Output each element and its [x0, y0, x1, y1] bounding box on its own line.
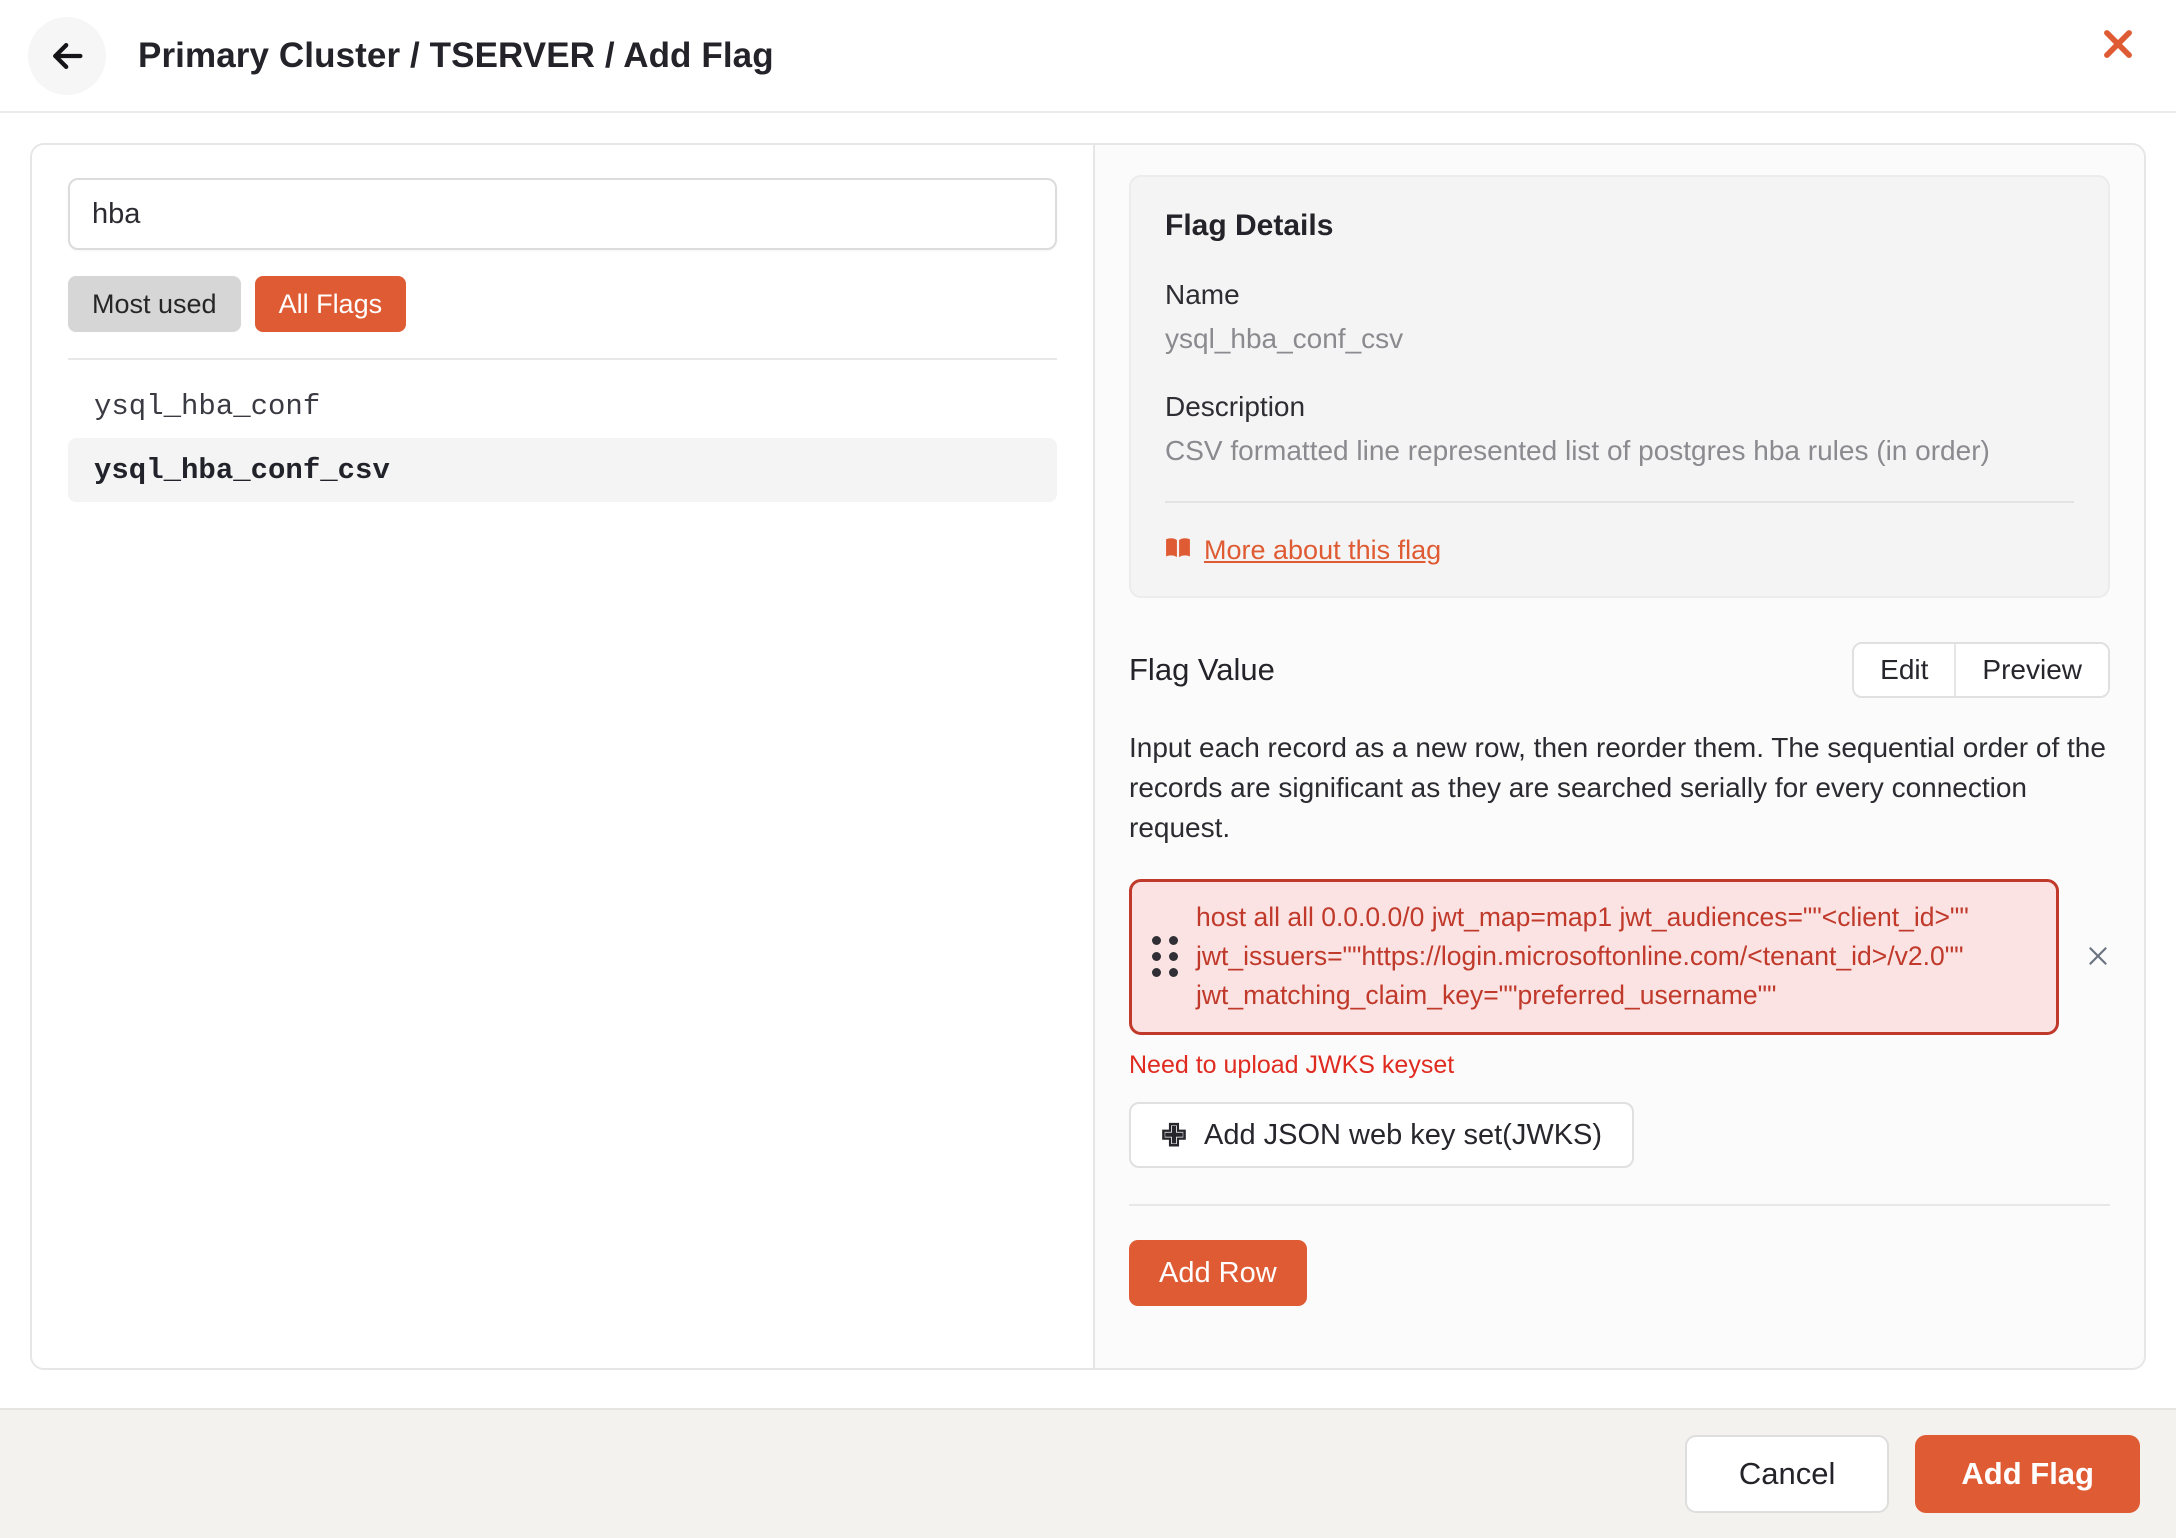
drag-handle-icon[interactable]	[1152, 935, 1178, 977]
arrow-left-icon	[47, 36, 87, 76]
content-card: Most used All Flags ysql_hba_conf ysql_h…	[30, 143, 2146, 1370]
flag-value-separator	[1129, 1204, 2110, 1207]
flag-filter-toggle-group: Most used All Flags	[68, 276, 1057, 332]
search-input[interactable]	[68, 178, 1057, 250]
flag-list: ysql_hba_conf ysql_hba_conf_csv	[68, 374, 1057, 502]
book-icon	[1165, 535, 1191, 566]
plus-icon: ✙	[1161, 1117, 1187, 1153]
flag-value-row-wrapper: host all all 0.0.0.0/0 jwt_map=map1 jwt_…	[1129, 879, 2110, 1036]
flag-value-row[interactable]: host all all 0.0.0.0/0 jwt_map=map1 jwt_…	[1129, 879, 2059, 1036]
flag-name-value: ysql_hba_conf_csv	[1165, 323, 1404, 354]
modal-body: Most used All Flags ysql_hba_conf ysql_h…	[0, 113, 2176, 1370]
add-jwks-button[interactable]: ✙ Add JSON web key set(JWKS)	[1129, 1102, 1635, 1169]
flag-value-mode-toggle: Edit Preview	[1852, 642, 2110, 698]
add-flag-button[interactable]: Add Flag	[1915, 1435, 2140, 1513]
flag-details-panel: Flag Details Name ysql_hba_conf_csv Desc…	[1095, 145, 2144, 1368]
flag-search-panel: Most used All Flags ysql_hba_conf ysql_h…	[32, 145, 1095, 1368]
flag-details-title: Flag Details	[1165, 209, 1334, 242]
flag-value-row-text: host all all 0.0.0.0/0 jwt_map=map1 jwt_…	[1196, 902, 1969, 1010]
flag-list-item[interactable]: ysql_hba_conf	[68, 374, 1057, 438]
cancel-button[interactable]: Cancel	[1684, 1435, 1890, 1513]
add-flag-modal: Primary Cluster / TSERVER / Add Flag Mos…	[0, 0, 2176, 1538]
modal-footer: Cancel Add Flag	[0, 1408, 2176, 1538]
add-row-button[interactable]: Add Row	[1129, 1240, 1307, 1307]
flag-details-card: Flag Details Name ysql_hba_conf_csv Desc…	[1129, 175, 2110, 598]
flag-value-title: Flag Value	[1129, 652, 1275, 687]
footer-gap	[0, 1370, 2176, 1408]
flag-value-header: Flag Value Edit Preview	[1129, 642, 2110, 698]
jwks-error-message: Need to upload JWKS keyset	[1129, 1051, 1455, 1080]
flag-name-label: Name	[1165, 279, 1240, 310]
filter-most-used-button[interactable]: Most used	[68, 276, 241, 332]
more-about-flag-label: More about this flag	[1204, 535, 1442, 565]
close-icon	[2099, 25, 2137, 66]
add-jwks-label: Add JSON web key set(JWKS)	[1203, 1118, 1603, 1151]
flag-description-value: CSV formatted line represented list of p…	[1165, 435, 1990, 466]
mode-edit-button[interactable]: Edit	[1854, 644, 1955, 696]
more-about-flag-link[interactable]: More about this flag	[1165, 535, 1441, 566]
remove-icon	[2085, 943, 2111, 972]
flag-description-label: Description	[1165, 391, 1306, 422]
details-separator	[1165, 501, 2074, 503]
modal-header: Primary Cluster / TSERVER / Add Flag	[0, 0, 2176, 113]
page-title: Primary Cluster / TSERVER / Add Flag	[138, 35, 774, 75]
filter-all-flags-button[interactable]: All Flags	[254, 276, 407, 332]
back-button[interactable]	[28, 16, 106, 95]
flag-list-item-selected[interactable]: ysql_hba_conf_csv	[68, 438, 1057, 502]
close-button[interactable]	[2090, 17, 2146, 73]
list-divider	[68, 358, 1057, 360]
remove-row-button[interactable]	[2075, 934, 2121, 980]
mode-preview-button[interactable]: Preview	[1954, 644, 2108, 696]
flag-value-hint: Input each record as a new row, then reo…	[1129, 732, 2106, 843]
